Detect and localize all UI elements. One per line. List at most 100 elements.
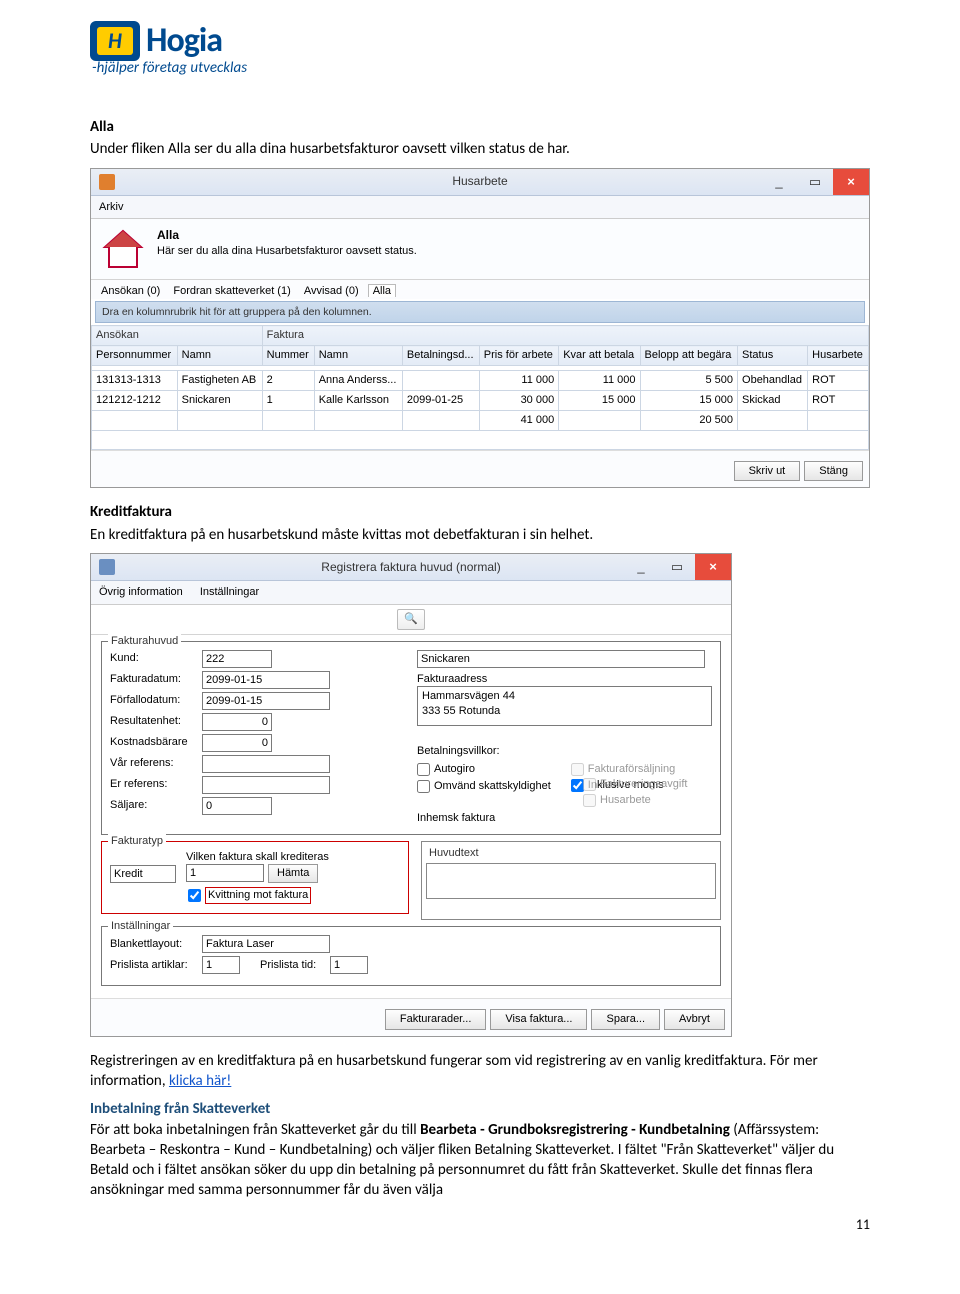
husarbete-window: Husarbete _ ▭ × Arkiv Alla Här ser du al… (90, 168, 870, 489)
kund-name-input[interactable] (417, 650, 705, 668)
col-husarbete[interactable]: Husarbete (808, 346, 869, 366)
section-kredit-title: Kreditfaktura (90, 502, 870, 522)
inbet-bold: Bearbeta - Grundboksregistrering - Kundb… (420, 1121, 730, 1139)
installningar-group: Inställningar Blankettlayout: Prislista … (101, 926, 721, 986)
group-by-bar[interactable]: Dra en kolumnrubrik hit för att gruppera… (95, 301, 865, 323)
prisartiklar-label: Prislista artiklar: (110, 958, 202, 973)
kostnadsbare-input[interactable] (202, 734, 272, 752)
saljare-input[interactable] (202, 797, 272, 815)
fakturadatum-input[interactable] (202, 671, 330, 689)
prisartiklar-select[interactable] (202, 956, 240, 974)
inklusive-moms-checkbox[interactable] (571, 779, 584, 792)
fakturadatum-label: Fakturadatum: (110, 672, 202, 687)
kvittning-checkbox[interactable] (188, 889, 201, 902)
resultatenhet-input[interactable] (202, 713, 272, 731)
blankett-select[interactable] (202, 935, 330, 953)
table-totals: 41 000 20 500 (92, 410, 869, 430)
kund-label: Kund: (110, 651, 202, 666)
group-legend: Fakturatyp (108, 834, 166, 849)
section-alla-title: Alla (90, 117, 870, 137)
pristid-label: Prislista tid: (260, 958, 330, 973)
col-personnummer[interactable]: Personnummer (92, 346, 178, 366)
erreferens-label: Er referens: (110, 777, 202, 792)
husarbete-grid: Ansökan Faktura Personnummer Namn Nummer… (91, 325, 869, 449)
search-icon[interactable]: 🔍 (397, 609, 425, 630)
col-status[interactable]: Status (738, 346, 808, 366)
col-cat-faktura[interactable]: Faktura (262, 326, 868, 346)
klicka-har-link[interactable]: klicka här! (169, 1072, 231, 1090)
menu-arkiv[interactable]: Arkiv (99, 201, 123, 213)
table-row[interactable]: 131313-1313 Fastigheten AB 2 Anna Anders… (92, 371, 869, 391)
col-pris[interactable]: Pris för arbete (479, 346, 558, 366)
faktureringsavgift-checkbox (583, 778, 596, 791)
pristid-select[interactable] (330, 956, 368, 974)
fakturaadress-box[interactable]: Hammarsvägen 44 333 55 Rotunda (417, 686, 712, 726)
col-betalningsd[interactable]: Betalningsd... (402, 346, 479, 366)
skriv-ut-button[interactable]: Skriv ut (734, 461, 801, 482)
logo-text: Hogia (146, 20, 222, 61)
stang-button[interactable]: Stäng (804, 461, 863, 482)
varreferens-label: Vår referens: (110, 756, 202, 771)
tab-fordran[interactable]: Fordran skatteverket (1) (169, 285, 294, 297)
huvudtext-textarea[interactable] (426, 863, 716, 899)
logo-mark: H (90, 21, 140, 61)
col-cat-ansokan[interactable]: Ansökan (92, 326, 263, 346)
menu-ovrig-information[interactable]: Övrig information (99, 586, 183, 598)
kostnadsbare-label: Kostnadsbärare (110, 735, 202, 750)
inbet-text-a: För att boka inbetalningen från Skatteve… (90, 1121, 420, 1139)
col-nummer[interactable]: Nummer (262, 346, 314, 366)
fakturaforsaljning-checkbox (571, 763, 584, 776)
vilken-input[interactable] (186, 864, 264, 882)
house-icon (101, 227, 145, 271)
col-ansokan-namn[interactable]: Namn (177, 346, 262, 366)
avbryt-button[interactable]: Avbryt (664, 1009, 725, 1030)
fakturatyp-select[interactable] (110, 865, 176, 883)
para-registrering: Registreringen av en kreditfaktura på en… (90, 1051, 870, 1092)
area-title: Alla (157, 227, 417, 243)
fakturahuvud-group: Fakturahuvud Kund: Fakturadatum: Förfall… (101, 641, 721, 835)
section-alla-desc: Under fliken Alla ser du alla dina husar… (90, 139, 870, 159)
group-legend: Fakturahuvud (108, 634, 181, 649)
blankett-label: Blankettlayout: (110, 937, 202, 952)
group-legend: Inställningar (108, 919, 173, 934)
menubar: Arkiv (91, 196, 869, 220)
tabs-row: Ansökan (0) Fordran skatteverket (1) Avv… (91, 280, 869, 299)
col-belopp[interactable]: Belopp att begära (640, 346, 738, 366)
erreferens-input[interactable] (202, 776, 330, 794)
registrera-window: Registrera faktura huvud (normal) _ ▭ × … (90, 553, 732, 1037)
page-number: 11 (856, 1216, 870, 1233)
fakturatyp-group: Fakturatyp Vilken faktura skall krediter… (101, 841, 409, 915)
section-inbetalning-title: Inbetalning från Skatteverket (90, 1100, 270, 1118)
tab-ansokan[interactable]: Ansökan (0) (97, 285, 164, 297)
forfallo-input[interactable] (202, 692, 330, 710)
vilken-label: Vilken faktura skall krediteras (186, 850, 329, 865)
logo-block: H Hogia -hjälper företag utvecklas (90, 20, 870, 77)
window-title: Registrera faktura huvud (normal) (91, 559, 731, 575)
group-legend: Huvudtext (426, 846, 716, 861)
col-faktura-namn[interactable]: Namn (314, 346, 402, 366)
table-row[interactable]: 121212-1212 Snickaren 1 Kalle Karlsson 2… (92, 390, 869, 410)
husarbete-checkbox (583, 794, 596, 807)
section-kredit-desc: En kreditfaktura på en husarbetskund mås… (90, 525, 870, 545)
logo-tagline: -hjälper företag utvecklas (92, 59, 870, 77)
tab-avvisad[interactable]: Avvisad (0) (300, 285, 363, 297)
fakturaadress-label: Fakturaadress (417, 672, 712, 687)
tab-alla[interactable]: Alla (368, 284, 396, 297)
autogiro-checkbox[interactable] (417, 763, 430, 776)
saljare-label: Säljare: (110, 798, 202, 813)
huvudtext-group: Huvudtext (421, 841, 721, 921)
forfallo-label: Förfallodatum: (110, 693, 202, 708)
visa-faktura-button[interactable]: Visa faktura... (490, 1009, 587, 1030)
inhemsk-label: Inhemsk faktura (417, 811, 712, 826)
menu-installningar[interactable]: Inställningar (200, 586, 259, 598)
betalningsvillkor-label: Betalningsvillkor: (417, 744, 712, 759)
col-kvar[interactable]: Kvar att betala (559, 346, 640, 366)
spara-button[interactable]: Spara... (591, 1009, 660, 1030)
fakturarader-button[interactable]: Fakturarader... (385, 1009, 487, 1030)
menubar: Övrig information Inställningar (91, 581, 731, 605)
kund-input[interactable] (202, 650, 272, 668)
varreferens-input[interactable] (202, 755, 330, 773)
area-subtitle: Här ser du alla dina Husarbetsfakturor o… (157, 244, 417, 259)
resultatenhet-label: Resultatenhet: (110, 714, 202, 729)
hamta-button[interactable]: Hämta (268, 864, 318, 883)
